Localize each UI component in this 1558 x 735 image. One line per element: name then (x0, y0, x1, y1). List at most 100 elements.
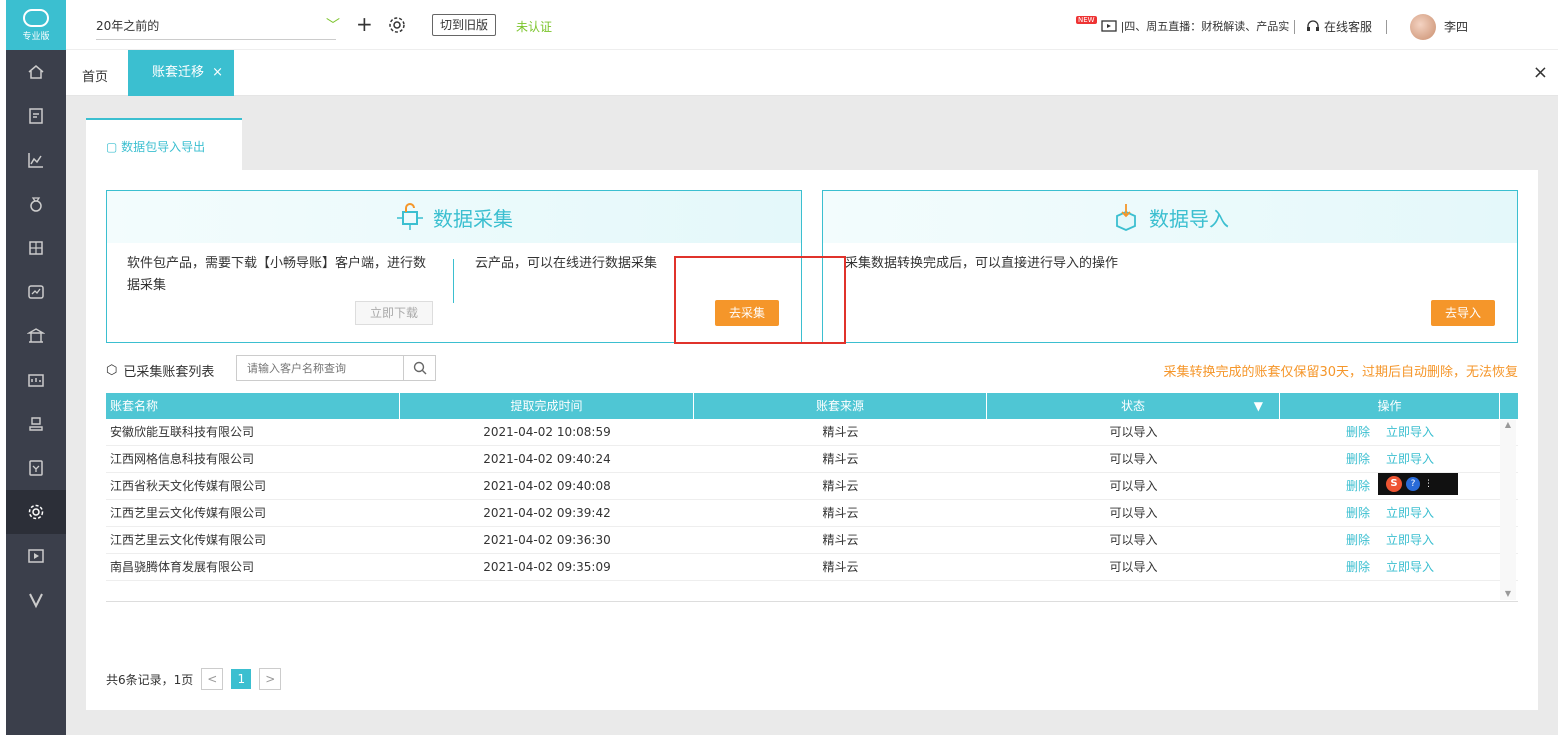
collected-accounts-table: 账套名称 提取完成时间 账套来源 状态 ▼ 操作 安徽欣能互联科技有限公司 202… (106, 393, 1518, 581)
filter-icon[interactable]: ▼ (1254, 393, 1263, 419)
user-name[interactable]: 李四 (1444, 18, 1468, 35)
cell-time: 2021-04-02 09:39:42 (483, 506, 611, 520)
download-now-button[interactable]: 立即下载 (355, 301, 434, 325)
search-icon (413, 361, 426, 375)
delete-link[interactable]: 删除 (1346, 452, 1370, 466)
stamp-icon[interactable] (6, 402, 66, 446)
scroll-up-icon[interactable]: ▲ (1500, 420, 1516, 429)
report-icon[interactable] (6, 138, 66, 182)
sogou-icon[interactable]: S (1386, 476, 1402, 492)
software-package-description: 软件包产品，需要下载【小畅导账】客户端，进行数据采集 (127, 256, 427, 293)
cloud-product-description: 云产品，可以在线进行数据采集 (475, 256, 658, 271)
divider (1294, 20, 1295, 34)
tab-account-migration[interactable]: 账套迁移 × (128, 50, 234, 96)
headset-icon (1307, 19, 1319, 31)
more-icon[interactable]: ⋮ (1424, 479, 1433, 489)
package-icon: ▢ (106, 140, 118, 154)
card-title: 数据导入 (1149, 206, 1229, 231)
tab-data-package-import-export[interactable]: ▢ 数据包导入导出 (86, 118, 242, 170)
close-tab-icon[interactable]: × (212, 65, 223, 80)
cloud-logo-icon (23, 8, 49, 27)
delete-link[interactable]: 删除 (1346, 533, 1370, 547)
gear-icon[interactable] (388, 16, 406, 34)
import-now-link[interactable]: 立即导入 (1386, 425, 1434, 439)
customer-search (236, 355, 436, 381)
tab-bar: 首页 账套迁移 × × (66, 50, 1558, 96)
search-button[interactable] (403, 356, 435, 380)
import-now-link[interactable]: 立即导入 (1386, 560, 1434, 574)
certification-status[interactable]: 未认证 (516, 18, 552, 35)
page-number[interactable]: 1 (231, 669, 252, 689)
divider (453, 259, 454, 303)
voucher-icon[interactable] (6, 94, 66, 138)
help-icon[interactable]: ? (1406, 477, 1420, 491)
collected-accounts-heading: ⬡ 已采集账套列表 (106, 361, 214, 380)
cell-name: 安徽欣能互联科技有限公司 (110, 425, 255, 439)
tab-label: 账套迁移 (152, 65, 205, 80)
prev-page-button[interactable]: < (201, 668, 224, 690)
avatar[interactable] (1410, 14, 1436, 40)
table-row: 江西艺里云文化传媒有限公司 2021-04-02 09:36:30 精斗云 可以导入 删… (106, 527, 1518, 554)
column-header-status[interactable]: 状态 ▼ (987, 393, 1280, 419)
table-scrollbar[interactable]: ▲ ▼ (1500, 420, 1516, 600)
cell-name: 江西网格信息科技有限公司 (110, 452, 255, 466)
delete-link[interactable]: 删除 (1346, 425, 1370, 439)
close-icon[interactable]: × (1533, 62, 1548, 83)
box-icon: ⬡ (106, 363, 118, 378)
card-header: 数据导入 (823, 191, 1517, 243)
search-input[interactable] (237, 356, 403, 380)
cell-name: 江西艺里云文化传媒有限公司 (110, 506, 267, 520)
tab-home[interactable]: 首页 (82, 66, 108, 85)
product-logo[interactable]: 专业版 (6, 0, 66, 50)
year-select[interactable]: 20年之前的 ﹀ (96, 12, 340, 40)
delete-link[interactable]: 删除 (1346, 560, 1370, 574)
column-header-source: 账套来源 (694, 393, 987, 419)
add-icon[interactable]: + (356, 12, 373, 36)
cell-name: 江西艺里云文化传媒有限公司 (110, 533, 267, 547)
table-row: 江西省秋天文化传媒有限公司 2021-04-02 09:40:08 精斗云 可以导入 删… (106, 473, 1518, 500)
table-header: 账套名称 提取完成时间 账套来源 状态 ▼ 操作 (106, 393, 1518, 419)
cell-source: 精斗云 (822, 506, 859, 520)
online-service-link[interactable]: 在线客服 (1306, 18, 1372, 35)
pagination: 共6条记录，1页 < 1 > (106, 668, 282, 690)
cell-time: 2021-04-02 09:35:09 (483, 560, 611, 574)
highlight-box (674, 256, 846, 344)
media-icon[interactable] (6, 534, 66, 578)
cell-status: 可以导入 (1109, 452, 1158, 466)
brand-v-icon[interactable] (6, 578, 66, 622)
new-badge: NEW (1076, 16, 1097, 24)
live-broadcast-link[interactable]: NEW |四、周五直播：财税解读、产品实 (1076, 16, 1289, 34)
go-import-button[interactable]: 去导入 (1431, 300, 1496, 326)
scroll-down-icon[interactable]: ▼ (1500, 589, 1516, 598)
switch-old-version-button[interactable]: 切到旧版 (432, 14, 497, 36)
invoice-icon[interactable] (6, 446, 66, 490)
import-now-link[interactable]: 立即导入 (1386, 506, 1434, 520)
column-header-time: 提取完成时间 (400, 393, 694, 419)
input-method-toolbar[interactable]: S ? ⋮ (1378, 473, 1458, 495)
cell-status: 可以导入 (1109, 506, 1158, 520)
home-icon[interactable] (6, 50, 66, 94)
table-row: 江西网格信息科技有限公司 2021-04-02 09:40:24 精斗云 可以导入 删除… (106, 446, 1518, 473)
delete-link[interactable]: 删除 (1346, 479, 1370, 493)
cell-actions: 删除 立即导入 (1280, 500, 1500, 526)
assets-icon[interactable] (6, 270, 66, 314)
money-bag-icon[interactable] (6, 182, 66, 226)
record-summary: 共6条记录，1页 (106, 672, 194, 687)
cell-time: 2021-04-02 09:36:30 (483, 533, 611, 547)
bank-icon[interactable] (6, 358, 66, 402)
import-now-link[interactable]: 立即导入 (1386, 452, 1434, 466)
list-title: 已采集账套列表 (123, 365, 215, 380)
table-row: 安徽欣能互联科技有限公司 2021-04-02 10:08:59 精斗云 可以导入 删除… (106, 419, 1518, 446)
delete-link[interactable]: 删除 (1346, 506, 1370, 520)
table-row: 江西艺里云文化传媒有限公司 2021-04-02 09:39:42 精斗云 可以导入 删… (106, 500, 1518, 527)
divider (106, 601, 1518, 602)
import-now-link[interactable]: 立即导入 (1386, 533, 1434, 547)
next-page-button[interactable]: > (259, 668, 282, 690)
cell-status: 可以导入 (1109, 425, 1158, 439)
ledger-icon[interactable] (6, 226, 66, 270)
logo-label: 专业版 (22, 31, 50, 42)
cell-status: 可以导入 (1109, 479, 1158, 493)
settings-icon[interactable] (6, 490, 66, 534)
data-import-card: 数据导入 采集数据转换完成后，可以直接进行导入的操作 去导入 (822, 190, 1518, 343)
building-icon[interactable] (6, 314, 66, 358)
